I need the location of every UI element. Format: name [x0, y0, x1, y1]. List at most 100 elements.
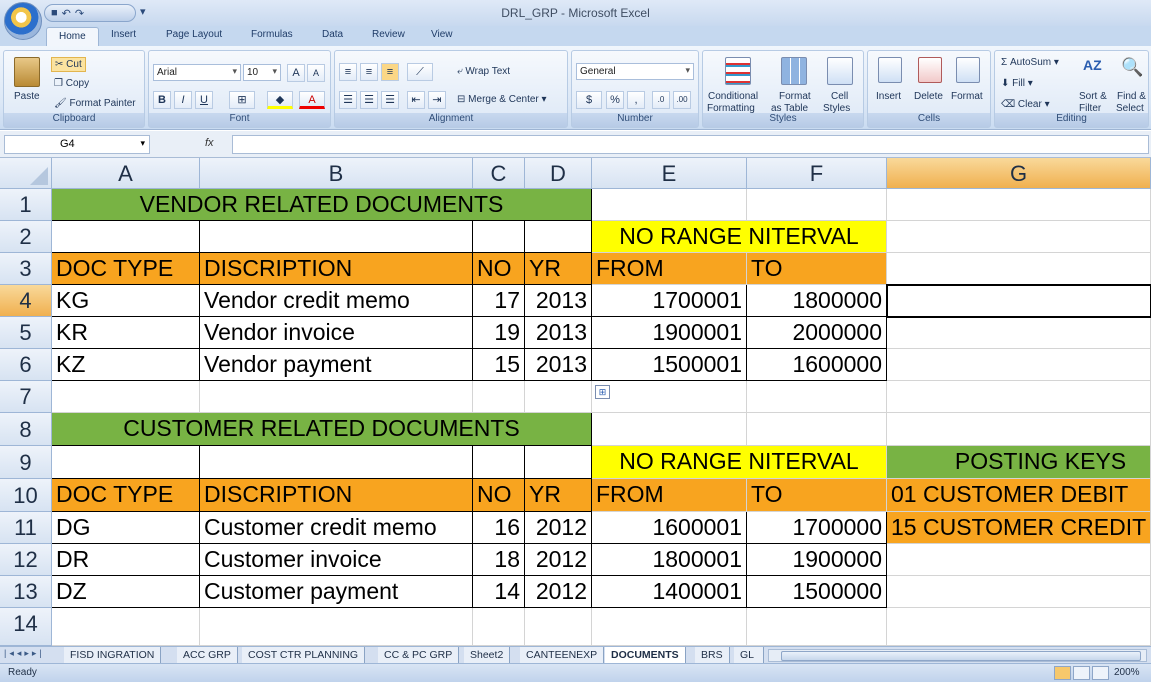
table-cell[interactable]: 14	[473, 576, 525, 608]
posting-key-item[interactable]: 01 CUSTOMER DEBIT	[887, 479, 1151, 512]
sheet-tab-documents[interactable]: DOCUMENTS	[605, 647, 686, 663]
normal-view-icon[interactable]	[1054, 666, 1071, 680]
paste-options-icon[interactable]: ⊞	[595, 385, 610, 399]
font-name-combo[interactable]: Arial	[153, 64, 241, 81]
posting-key-item[interactable]: 15 CUSTOMER CREDIT	[887, 512, 1151, 544]
sheet-tab-fisd-ingration[interactable]: FISD INGRATION	[64, 647, 162, 663]
tab-data[interactable]: Data	[322, 29, 343, 40]
find-select-label[interactable]: Find &	[1117, 91, 1146, 102]
cell-b7[interactable]	[200, 381, 473, 413]
cell-f8[interactable]	[747, 413, 887, 446]
row-header-13[interactable]: 13	[0, 576, 52, 608]
table-cell[interactable]: 2013	[525, 285, 592, 317]
table-cell[interactable]: Vendor payment	[200, 349, 473, 381]
row-header-6[interactable]: 6	[0, 349, 52, 381]
tab-home[interactable]: Home	[46, 27, 99, 47]
table-cell[interactable]: DG	[52, 512, 200, 544]
table-cell[interactable]: 1900000	[747, 544, 887, 576]
tab-formulas[interactable]: Formulas	[251, 29, 293, 40]
conditional-formatting-icon[interactable]	[725, 57, 751, 85]
row-header-14[interactable]: 14	[0, 608, 52, 646]
cell-g6[interactable]	[887, 349, 1151, 381]
column-header-c[interactable]: C	[473, 158, 525, 189]
tab-page-layout[interactable]: Page Layout	[166, 29, 222, 40]
cell-b14[interactable]	[200, 608, 473, 646]
customer-header-description[interactable]: DISCRIPTION	[200, 479, 473, 512]
row-header-7[interactable]: 7	[0, 381, 52, 413]
customer-header-no[interactable]: NO	[473, 479, 525, 512]
cell-b9[interactable]	[200, 446, 473, 479]
page-break-view-icon[interactable]	[1092, 666, 1109, 680]
cell-d14[interactable]	[525, 608, 592, 646]
vendor-header-description[interactable]: DISCRIPTION	[200, 253, 473, 285]
percent-icon[interactable]: %	[606, 91, 624, 109]
cell-c9[interactable]	[473, 446, 525, 479]
format-cells-button[interactable]: Format	[951, 91, 983, 102]
sheet-tab-cost-ctr-planning[interactable]: COST CTR PLANNING	[242, 647, 366, 663]
merge-center-button[interactable]: ⊟ Merge & Center ▾	[457, 94, 547, 105]
clear-button[interactable]: ⌫ Clear ▾	[1001, 99, 1050, 110]
customer-range-header[interactable]: NO RANGE NITERVAL	[592, 446, 887, 479]
sheet-tab-sheet2[interactable]: Sheet2	[464, 647, 511, 663]
cell-g7[interactable]	[887, 381, 1151, 413]
column-header-b[interactable]: B	[200, 158, 473, 189]
autosum-button[interactable]: Σ AutoSum ▾	[1001, 57, 1059, 68]
cell-g2[interactable]	[887, 221, 1151, 253]
table-cell[interactable]: DZ	[52, 576, 200, 608]
insert-function-icon[interactable]: fx	[205, 137, 214, 149]
column-header-e[interactable]: E	[592, 158, 747, 189]
cell-g3[interactable]	[887, 253, 1151, 285]
row-header-10[interactable]: 10	[0, 479, 52, 512]
customer-header-doc-type[interactable]: DOC TYPE	[52, 479, 200, 512]
table-cell[interactable]: Vendor credit memo	[200, 285, 473, 317]
format-cells-icon[interactable]	[956, 57, 980, 83]
table-cell[interactable]: 1900001	[592, 317, 747, 349]
paste-button[interactable]: Paste	[14, 91, 40, 102]
decrease-decimal-icon[interactable]: .00	[673, 91, 691, 109]
formula-input[interactable]	[232, 135, 1149, 154]
table-cell[interactable]: KR	[52, 317, 200, 349]
vendor-header-no[interactable]: NO	[473, 253, 525, 285]
cell-styles-icon[interactable]	[827, 57, 853, 85]
increase-indent-icon[interactable]: ⇥	[428, 91, 446, 109]
shrink-font-button[interactable]: A	[307, 64, 325, 82]
customer-header-to[interactable]: TO	[747, 479, 887, 512]
bold-button[interactable]: B	[153, 91, 171, 109]
cell-f14[interactable]	[747, 608, 887, 646]
sheet-tab-gl[interactable]: GL	[734, 647, 764, 663]
sheet-tab-acc-grp[interactable]: ACC GRP	[177, 647, 238, 663]
select-all-button[interactable]	[0, 158, 52, 189]
sort-filter-label[interactable]: Sort &	[1079, 91, 1107, 102]
sheet-nav-icons[interactable]: |◂◂▸▸|	[4, 648, 45, 659]
worksheet-grid[interactable]: A B C D E F G 1 2 3 4 5 6 7 8 9 10 11 12…	[0, 158, 1151, 646]
align-left-icon[interactable]: ☰	[339, 91, 357, 109]
format-as-table-icon[interactable]	[781, 57, 807, 85]
row-header-2[interactable]: 2	[0, 221, 52, 253]
cell-g4[interactable]	[887, 285, 1151, 317]
vendor-header-from[interactable]: FROM	[592, 253, 747, 285]
orientation-icon[interactable]: ⟋	[407, 63, 433, 81]
table-cell[interactable]: 2012	[525, 576, 592, 608]
insert-cells-icon[interactable]	[878, 57, 902, 83]
page-layout-view-icon[interactable]	[1073, 666, 1090, 680]
table-cell[interactable]: 1600000	[747, 349, 887, 381]
customer-header-yr[interactable]: YR	[525, 479, 592, 512]
increase-decimal-icon[interactable]: .0	[652, 91, 670, 109]
tab-review[interactable]: Review	[372, 29, 405, 40]
scrollbar-thumb[interactable]	[781, 651, 1141, 661]
paste-icon[interactable]	[14, 57, 40, 87]
cell-g12[interactable]	[887, 544, 1151, 576]
borders-icon[interactable]: ⊞	[229, 91, 255, 109]
cell-f7[interactable]	[747, 381, 887, 413]
grow-font-button[interactable]: A	[287, 64, 305, 82]
row-header-1[interactable]: 1	[0, 189, 52, 221]
number-format-combo[interactable]: General	[576, 63, 694, 80]
cell-g13[interactable]	[887, 576, 1151, 608]
cell-d9[interactable]	[525, 446, 592, 479]
table-cell[interactable]: 1700001	[592, 285, 747, 317]
posting-keys-title[interactable]: POSTING KEYS	[887, 446, 1151, 479]
cell-a7[interactable]	[52, 381, 200, 413]
table-cell[interactable]: 1800001	[592, 544, 747, 576]
vendor-header-to[interactable]: TO	[747, 253, 887, 285]
fill-button[interactable]: ⬇ Fill ▾	[1001, 78, 1033, 89]
